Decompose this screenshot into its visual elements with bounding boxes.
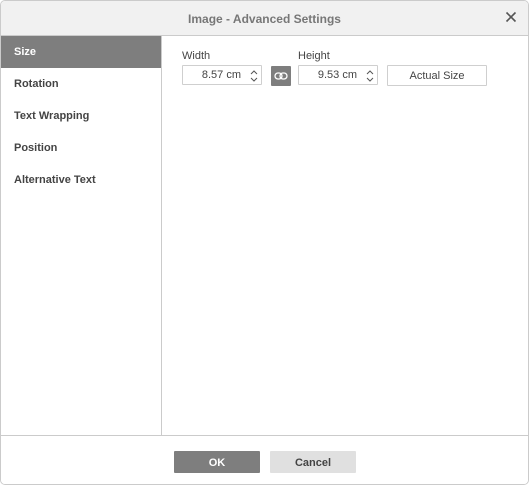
- sidebar-item-size[interactable]: Size: [1, 36, 161, 68]
- link-icon[interactable]: [271, 66, 291, 86]
- height-label: Height: [298, 50, 330, 62]
- advanced-settings-dialog: Image - Advanced Settings Size Rotation …: [0, 0, 529, 485]
- dialog-footer: OK Cancel: [1, 435, 528, 484]
- width-spinner-arrows: [249, 67, 259, 83]
- width-down-arrow-icon[interactable]: [249, 75, 259, 83]
- ok-button[interactable]: OK: [174, 451, 260, 473]
- sidebar-item-position[interactable]: Position: [1, 132, 161, 164]
- dialog-title: Image - Advanced Settings: [188, 12, 341, 26]
- dialog-titlebar: Image - Advanced Settings: [1, 1, 528, 36]
- width-spinner[interactable]: [182, 65, 262, 85]
- height-down-arrow-icon[interactable]: [365, 75, 375, 83]
- sidebar-item-alternative-text[interactable]: Alternative Text: [1, 164, 161, 196]
- width-up-arrow-icon[interactable]: [249, 67, 259, 75]
- cancel-button[interactable]: Cancel: [270, 451, 356, 473]
- close-icon[interactable]: [503, 9, 519, 25]
- actual-size-button[interactable]: Actual Size: [387, 65, 487, 86]
- width-input[interactable]: [183, 66, 245, 84]
- sidebar-item-text-wrapping[interactable]: Text Wrapping: [1, 100, 161, 132]
- height-input[interactable]: [299, 66, 361, 84]
- height-spinner-arrows: [365, 67, 375, 83]
- height-up-arrow-icon[interactable]: [365, 67, 375, 75]
- sidebar-item-rotation[interactable]: Rotation: [1, 68, 161, 100]
- height-spinner[interactable]: [298, 65, 378, 85]
- size-panel: Width Height: [162, 36, 528, 435]
- width-label: Width: [182, 50, 211, 62]
- settings-sidebar: Size Rotation Text Wrapping Position Alt…: [1, 36, 162, 435]
